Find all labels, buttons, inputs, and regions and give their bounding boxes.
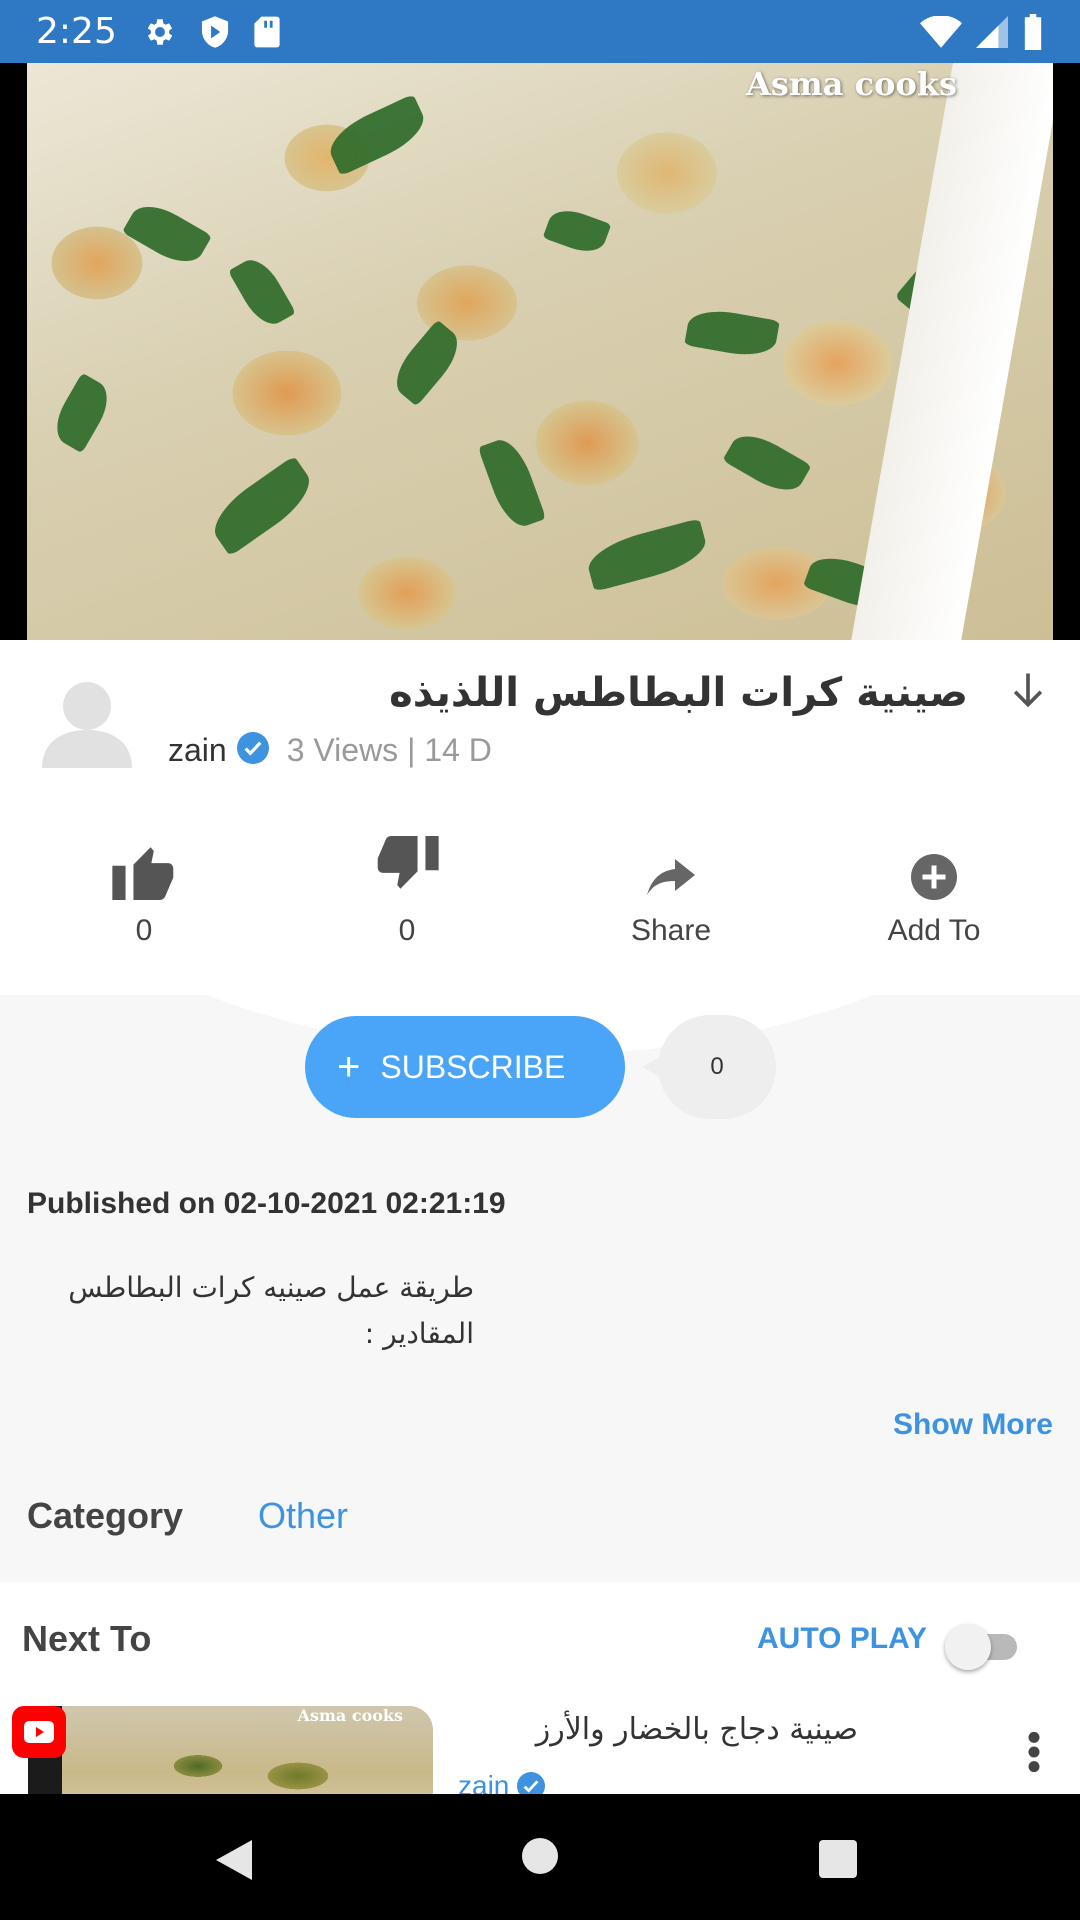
plus-icon: + [337, 1045, 361, 1089]
verified-icon [517, 1772, 546, 1794]
related-channel[interactable]: zain [458, 1770, 546, 1794]
share-label: Share [630, 914, 712, 947]
thumbs-up-icon [112, 847, 174, 900]
thumbs-down-icon [377, 836, 439, 889]
more-vert-icon[interactable] [1022, 1730, 1046, 1779]
category-label: Category [27, 1495, 184, 1536]
settings-icon [143, 15, 177, 49]
video-meta: 3 Views | 14 D [286, 732, 492, 768]
channel-row: zain 3 Views | 14 D [168, 732, 492, 769]
dislike-button[interactable]: 0 [307, 836, 507, 948]
avatar[interactable] [38, 670, 136, 768]
subscriber-count: 0 [642, 1015, 776, 1119]
share-icon [647, 859, 695, 895]
herb [121, 195, 213, 273]
video-player[interactable]: Asma cooks [0, 63, 1080, 640]
description-text: طريقة عمل صينيه كرات البطاطس المقادير : [60, 1265, 474, 1357]
toggle-knob [945, 1624, 991, 1670]
channel-name[interactable]: zain [168, 732, 227, 769]
autoplay-label: AUTO PLAY [757, 1622, 928, 1655]
cell-signal-icon [976, 15, 1008, 48]
description-line: المقادير : [364, 1317, 474, 1350]
related-video-title[interactable]: صينية دجاج بالخضار والأرز [458, 1712, 858, 1747]
status-right-icons [920, 13, 1044, 50]
herb [203, 455, 321, 557]
dish-edge [851, 63, 1053, 640]
related-video-thumbnail[interactable]: Asma cooks [28, 1706, 433, 1794]
like-button[interactable]: 0 [44, 840, 244, 948]
video-frame[interactable]: Asma cooks [27, 63, 1053, 640]
status-left-icons [143, 15, 281, 49]
shield-icon [199, 15, 231, 49]
video-info: صينية كرات البطاطس اللذيذه zain 3 Views … [0, 640, 1080, 990]
chevron-down-icon[interactable] [1006, 668, 1050, 717]
wifi-icon [920, 15, 962, 48]
youtube-icon [12, 1706, 66, 1758]
share-button[interactable]: Share [571, 840, 771, 948]
show-more-link[interactable]: Show More [893, 1408, 1053, 1442]
like-count: 0 [135, 914, 153, 947]
next-label: Next To [22, 1618, 152, 1659]
category-value[interactable]: Other [258, 1495, 348, 1537]
subscribe-label: SUBSCRIBE [380, 1048, 566, 1085]
herb [722, 425, 812, 501]
herb [322, 93, 432, 177]
navigation-bar [0, 1794, 1080, 1920]
dislike-count: 0 [398, 914, 416, 947]
herb [542, 203, 612, 259]
related-watermark: Asma cooks [297, 1706, 403, 1725]
add-to-button[interactable]: Add To [834, 840, 1034, 948]
status-time: 2:25 [36, 11, 117, 52]
herb [477, 433, 547, 533]
autoplay-toggle[interactable] [945, 1620, 1023, 1672]
next-section: Next To AUTO PLAY Asma cooks صينية دجاج … [0, 1582, 1080, 1794]
herb [47, 372, 117, 454]
herb [385, 319, 469, 407]
published-date: Published on 02-10-2021 02:21:19 [27, 1187, 506, 1220]
home-icon[interactable] [520, 1836, 560, 1881]
video-watermark: Asma cooks [746, 65, 957, 103]
herb [583, 518, 711, 592]
recents-icon[interactable] [817, 1838, 859, 1885]
person-icon [42, 682, 132, 768]
back-icon[interactable] [212, 1836, 256, 1889]
actions-row: 0 0 Share Add To [0, 836, 1080, 960]
video-title: صينية كرات البطاطس اللذيذه [389, 670, 968, 716]
herb [228, 252, 296, 332]
description-panel: + SUBSCRIBE 0 Published on 02-10-2021 02… [0, 995, 1080, 1582]
add-to-label: Add To [887, 914, 981, 947]
status-bar: 2:25 [0, 0, 1080, 63]
verified-icon [236, 732, 269, 769]
related-channel-name: zain [458, 1770, 510, 1794]
subscribe-button[interactable]: + SUBSCRIBE [305, 1016, 625, 1118]
sd-card-icon [253, 15, 281, 49]
description-line: طريقة عمل صينيه كرات البطاطس [68, 1271, 474, 1304]
herb [684, 305, 780, 361]
add-circle-icon [911, 854, 957, 900]
battery-icon [1022, 13, 1044, 50]
